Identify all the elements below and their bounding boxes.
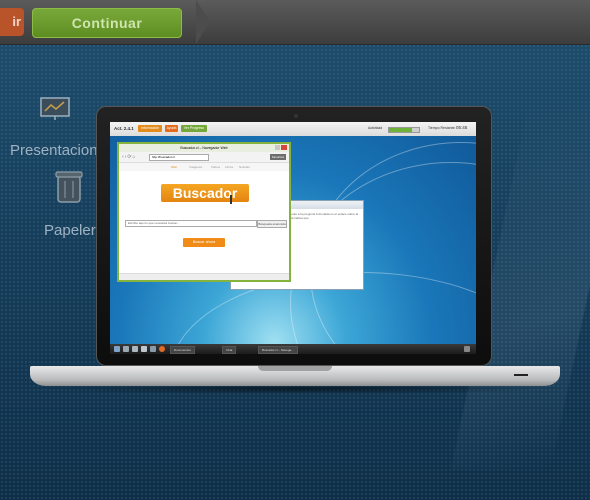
timer-value: 05:45: [456, 125, 468, 130]
address-field[interactable]: http://buscador.cl: [149, 154, 209, 161]
browser-nav-bar: ‹›⟳⌂ http://buscador.cl Favoritos: [119, 152, 289, 163]
menu-videos[interactable]: Videos: [211, 165, 220, 169]
browser-icon[interactable]: [159, 346, 165, 352]
virtual-taskbar: Documentos Chat Buscador.cl – Navega...: [110, 344, 476, 354]
tray-icon: [464, 346, 470, 352]
tab-information[interactable]: Información: [138, 125, 162, 132]
browser-title-bar: Buscador.cl – Navegador Web: [119, 144, 289, 152]
minimize-button[interactable]: [275, 145, 280, 150]
menu-web[interactable]: Web: [171, 165, 177, 169]
magnifier-icon: [230, 195, 238, 204]
laptop-led: [514, 374, 528, 376]
taskbar-item-browser[interactable]: Buscador.cl – Navega...: [258, 346, 298, 354]
taskbar-item-chat[interactable]: Chat: [222, 346, 237, 354]
search-input[interactable]: Escribe aquí lo que necesitas buscar...: [125, 220, 257, 227]
virtual-top-bar: Act. 2.4.1 Información Ayuda Ver Progres…: [110, 122, 476, 136]
tab-help[interactable]: Ayuda: [165, 125, 178, 132]
camera-icon: [294, 114, 298, 118]
progress-label: Actividad: [368, 126, 383, 130]
menu-news[interactable]: Noticias: [239, 165, 250, 169]
search-button[interactable]: Buscar ahora: [183, 238, 225, 247]
menu-images[interactable]: Imágenes: [189, 165, 202, 169]
menu-books[interactable]: Libros: [225, 165, 233, 169]
continue-button[interactable]: Continuar: [32, 8, 182, 38]
tab-progress[interactable]: Ver Progreso: [181, 125, 207, 132]
taskbar-item-documents[interactable]: Documentos: [170, 346, 195, 354]
browser-window[interactable]: Buscador.cl – Navegador Web ‹›⟳⌂ http://…: [117, 142, 291, 282]
presentation-icon: [40, 97, 70, 120]
favorites-button[interactable]: Favoritos: [270, 154, 286, 160]
browser-title: Buscador.cl – Navegador Web: [180, 146, 228, 150]
nav-arrows-icon[interactable]: ‹›⟳⌂: [122, 154, 137, 160]
trash-icon: [55, 171, 83, 203]
folder-icon[interactable]: [123, 346, 129, 352]
desktop-item-trash[interactable]: Papelera: [44, 170, 104, 239]
exit-button[interactable]: ir: [0, 8, 24, 36]
top-navigation-bar: ir Continuar: [0, 0, 590, 45]
advanced-search-link[interactable]: Búsqueda avanzada: [257, 220, 287, 228]
topbar-arrow: [196, 0, 210, 44]
close-button[interactable]: [281, 145, 287, 150]
presentation-label: Presentacion: [10, 142, 98, 159]
timer-label: Tiempo Restante:: [428, 126, 456, 130]
files-icon[interactable]: [150, 346, 156, 352]
desktop-item-presentation[interactable]: Presentacion: [10, 96, 98, 159]
settings-icon[interactable]: [141, 346, 147, 352]
browser-status-bar: [119, 273, 289, 280]
search-menu: Web Imágenes Videos Libros Noticias: [119, 163, 289, 171]
computer-icon[interactable]: [132, 346, 138, 352]
laptop-screen: Act. 2.4.1 Información Ayuda Ver Progres…: [110, 122, 476, 354]
laptop-notch: [258, 366, 332, 371]
start-icon[interactable]: [114, 346, 120, 352]
activity-logo: Act. 2.4.1: [114, 126, 134, 131]
activity-progress-bar: [388, 127, 420, 133]
